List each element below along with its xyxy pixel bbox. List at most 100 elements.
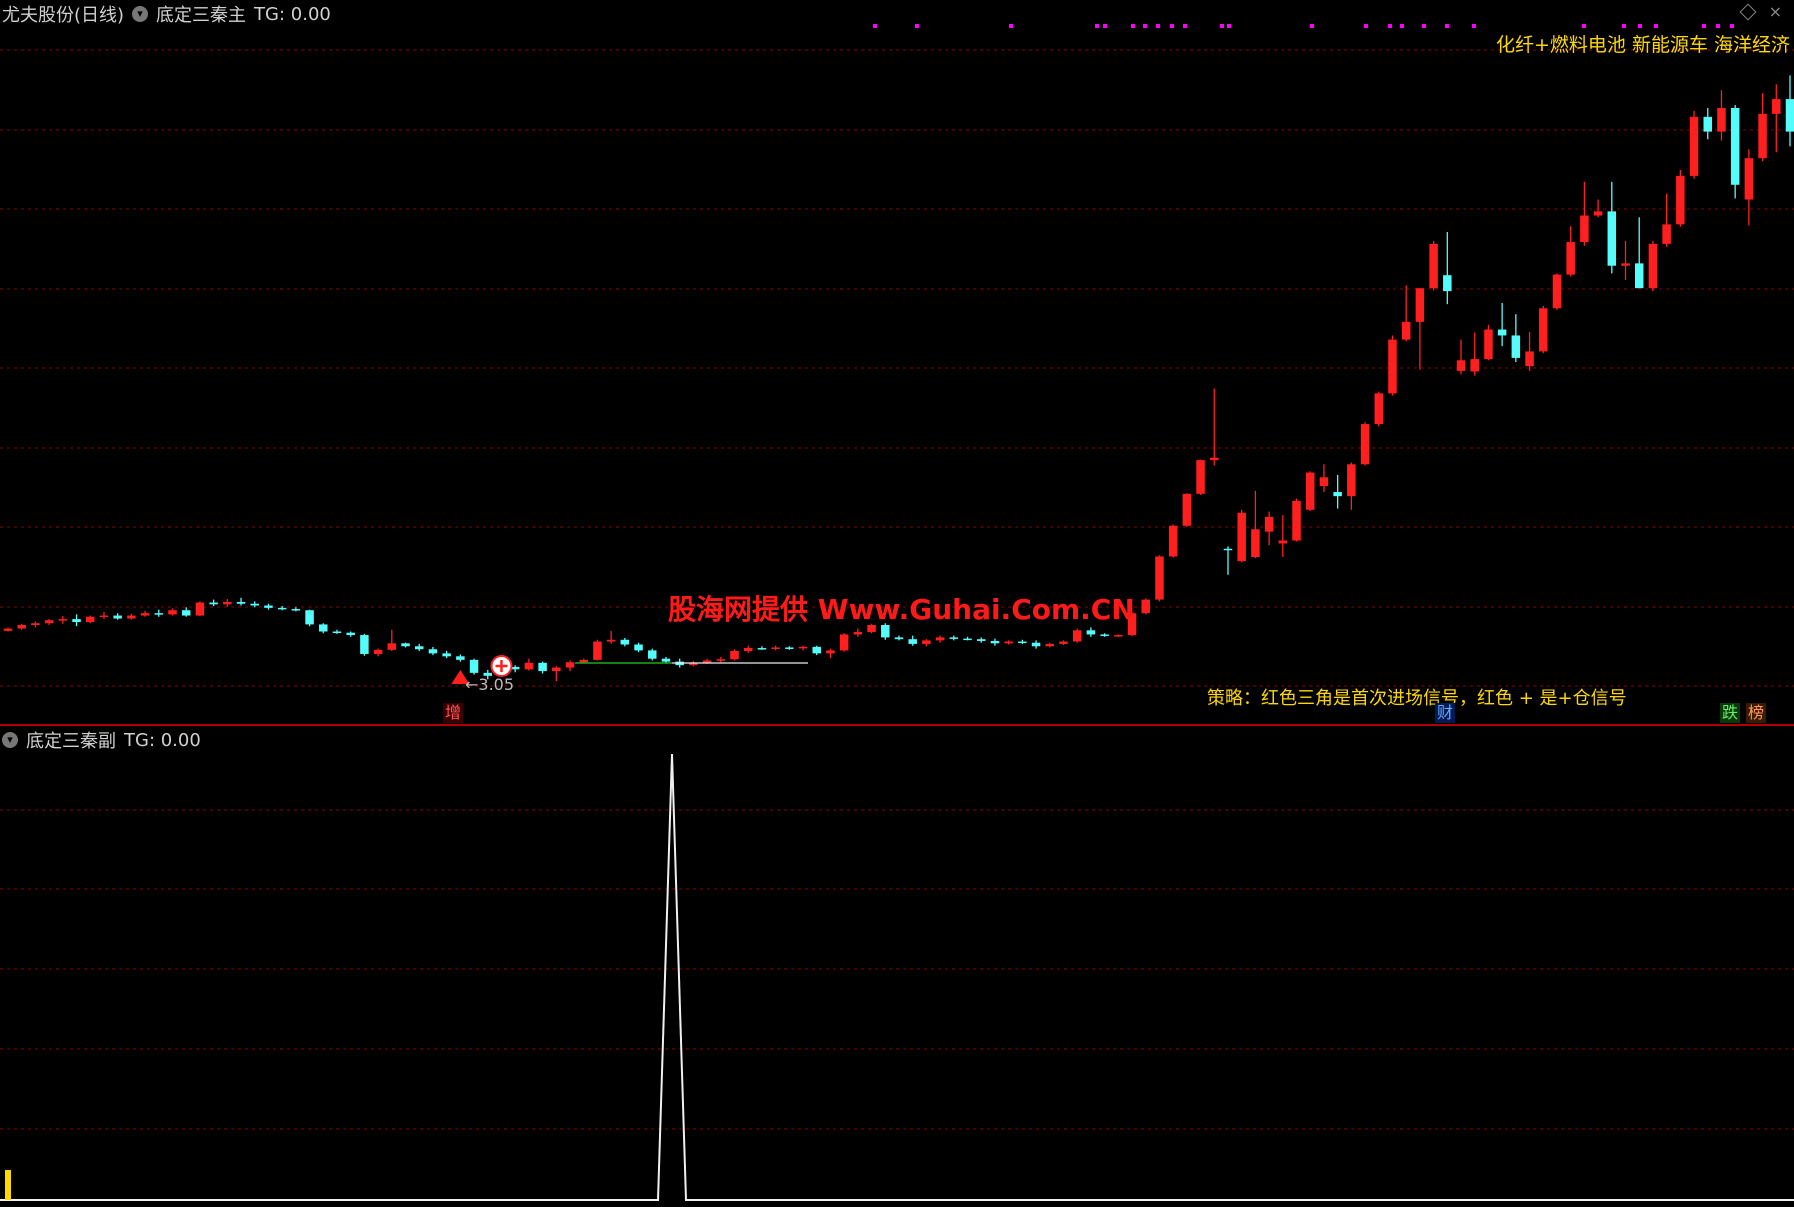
candle: [1415, 288, 1425, 370]
candle: [1401, 285, 1411, 342]
candle: [387, 629, 397, 651]
candle: [236, 597, 246, 606]
candle: [264, 603, 273, 610]
candle-body: [1621, 263, 1630, 266]
tag-zeng[interactable]: 增: [443, 703, 464, 723]
candle-body: [757, 648, 767, 650]
candle: [1114, 634, 1123, 637]
candle-body: [1182, 493, 1192, 526]
candle-body: [236, 601, 246, 604]
tag-die[interactable]: 跌: [1720, 703, 1741, 723]
signal-dot: [915, 24, 919, 28]
candle-body: [1100, 634, 1109, 636]
candle-body: [1045, 643, 1055, 647]
candle-body: [1292, 500, 1301, 541]
candle-body: [1580, 215, 1589, 243]
chevron-down-icon[interactable]: ▾: [132, 6, 149, 22]
main-chart-panel[interactable]: 尤夫股份(日线) ▾ 底定三秦主 TG: 0.00 × 化纤+燃料电池 新能源车…: [0, 0, 1794, 724]
sub-indicator-panel[interactable]: ▾ 底定三秦副 TG: 0.00: [0, 726, 1794, 1207]
candle: [1182, 493, 1192, 527]
candle-body: [538, 662, 547, 672]
candle-body: [1456, 360, 1466, 371]
candle-body: [826, 650, 835, 654]
candle: [44, 619, 54, 625]
candle: [963, 636, 972, 641]
candle: [743, 645, 753, 653]
candle-body: [1072, 630, 1082, 642]
candle-body: [1168, 525, 1178, 557]
candle: [85, 615, 95, 624]
signal-dot: [1730, 24, 1734, 28]
candle: [140, 610, 150, 617]
signal-dot: [1702, 24, 1706, 28]
candle-body: [990, 640, 1000, 644]
candle-body: [1004, 641, 1013, 644]
candle-body: [99, 615, 109, 618]
candle-body: [1155, 556, 1164, 600]
candle: [771, 645, 780, 651]
signal-dot: [1009, 24, 1013, 28]
candle: [1333, 474, 1342, 509]
candle-body: [428, 649, 438, 654]
candle: [1785, 75, 1794, 147]
candle-body: [1744, 158, 1754, 200]
tag-cai[interactable]: 财: [1435, 703, 1456, 723]
candle-body: [1237, 512, 1246, 562]
candle: [1360, 422, 1370, 466]
candle-body: [1703, 116, 1713, 132]
candle: [1580, 181, 1589, 246]
candle: [181, 607, 191, 617]
candle: [524, 658, 534, 671]
main-tg-value: TG: 0.00: [254, 3, 331, 25]
candle-body: [1031, 642, 1041, 647]
candle-body: [1264, 516, 1274, 532]
candle-body: [634, 644, 643, 651]
candle: [1511, 314, 1521, 363]
add-position-plus-icon: [490, 655, 513, 677]
sub-indicator-chart[interactable]: [0, 726, 1794, 1207]
candle-body: [401, 643, 410, 647]
candle: [1141, 598, 1150, 615]
candle-body: [922, 640, 931, 644]
candle: [976, 637, 986, 643]
stock-name[interactable]: 尤夫股份(日线): [2, 1, 124, 27]
candle: [1168, 524, 1178, 558]
candle: [1388, 335, 1397, 396]
candle: [1100, 633, 1109, 637]
candle: [1223, 546, 1233, 575]
candle: [1004, 640, 1013, 645]
candle: [812, 645, 822, 656]
candle: [1059, 640, 1068, 646]
close-icon[interactable]: ×: [1769, 2, 1782, 21]
candle-body: [565, 662, 575, 668]
candle: [1319, 464, 1329, 493]
candle-body: [140, 613, 150, 616]
candle-body: [1114, 635, 1123, 637]
candle-body: [798, 646, 808, 649]
candle: [1072, 628, 1082, 643]
candle-body: [1305, 472, 1315, 510]
signal-dot: [1220, 24, 1224, 28]
main-indicator-name[interactable]: 底定三秦主: [156, 1, 246, 27]
candle: [58, 616, 68, 624]
candle: [209, 599, 218, 607]
candle-body: [277, 607, 287, 610]
candle: [442, 651, 451, 659]
candle-body: [85, 616, 95, 623]
candle-body: [1415, 288, 1425, 322]
candle: [1539, 305, 1548, 354]
candle: [1086, 627, 1096, 637]
tag-bang[interactable]: 榜: [1746, 703, 1767, 723]
candle-body: [661, 658, 671, 662]
candle-body: [1251, 529, 1260, 558]
sub-indicator-name[interactable]: 底定三秦副: [26, 727, 116, 753]
candle: [1772, 84, 1781, 153]
signal-dot: [1131, 24, 1135, 28]
signal-dot: [1400, 24, 1404, 28]
candle-body: [168, 610, 177, 615]
chevron-down-icon[interactable]: ▾: [2, 732, 18, 748]
candle: [113, 613, 122, 620]
candle-body: [1593, 211, 1603, 216]
candle: [360, 633, 369, 656]
candle: [757, 646, 767, 650]
